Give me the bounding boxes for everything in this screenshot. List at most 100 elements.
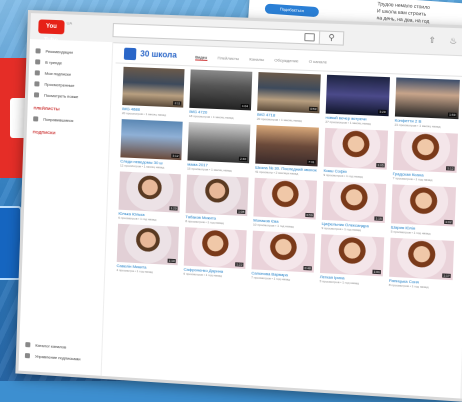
sidebar-item-label: Рекомендации — [45, 48, 73, 55]
keyboard-icon[interactable] — [304, 32, 315, 42]
video-duration: 1:22 — [235, 262, 244, 267]
sidebar-heading-subscriptions: ПОДПИСКИ — [32, 129, 56, 136]
video-card[interactable]: 7:31Школа № 30. Последний звонок 201641 … — [255, 124, 319, 177]
sidebar-playlist-item[interactable]: Понравившиеся — [27, 113, 110, 128]
video-card[interactable]: 0:59 Монаков Єва 10 просмотров • 1 год наз… — [253, 177, 318, 230]
playlist-icon — [33, 116, 39, 122]
catalog-icon — [25, 342, 31, 348]
video-thumbnail[interactable]: 1:08 — [185, 174, 249, 217]
video-thumbnail[interactable]: 0:53 — [257, 72, 321, 114]
like-button[interactable]: Подобається — [264, 3, 320, 18]
channel-avatar[interactable] — [123, 47, 137, 61]
video-duration: 1:15 — [374, 216, 383, 221]
search-button[interactable]: ⚲ — [318, 30, 345, 46]
video-card[interactable]: 1:22 Сафроненко Дарина 6 просмотров • 1 го… — [183, 227, 247, 279]
bell-icon[interactable]: ♨ — [449, 36, 457, 46]
youtube-logo[interactable]: You Tube — [38, 19, 65, 44]
sidebar-playlist-item-label: Понравившиеся — [43, 116, 74, 124]
video-thumbnail[interactable]: 1:59 — [394, 77, 460, 120]
search-input[interactable] — [112, 23, 321, 45]
video-card[interactable]: 3:12 Следи неведомы 30 ш 12 просмотров • 1… — [120, 119, 183, 170]
video-card[interactable]: 3:20 новый вечер встречи 27 просмотров • 1… — [325, 74, 390, 127]
video-duration: 1:20 — [169, 206, 178, 211]
video-thumbnail[interactable]: 1:10 — [116, 223, 179, 266]
video-card[interactable]: 2:40 мама 2017 15 просмотров • 1 месяц наз… — [187, 122, 251, 173]
channel-tab[interactable]: Обсуждение — [274, 57, 298, 64]
upload-icon[interactable]: ⇧ — [428, 35, 435, 45]
sidebar-item-label: Просмотренные — [44, 81, 75, 88]
video-thumbnail[interactable]: 1:05 — [323, 127, 389, 170]
video-duration: 1:12 — [446, 166, 455, 171]
sidebar: Рекомендации В тренде Мои подписки Просмотр… — [18, 39, 114, 376]
video-duration: 2:40 — [239, 156, 248, 162]
sidebar-item-label: В тренде — [45, 59, 63, 66]
fire-icon — [35, 59, 41, 65]
video-duration: 1:05 — [376, 162, 385, 168]
video-card[interactable]: 1:12 Градская Ксана 7 просмотров • 1 год н… — [392, 130, 458, 183]
video-thumbnail[interactable]: 1:01 — [319, 234, 385, 277]
video-grid: 2:11 IMG 4688 20 просмотров • 1 месяц наза… — [116, 66, 460, 295]
sidebar-item-label: Мои подписки — [44, 70, 71, 77]
video-duration: 0:59 — [305, 212, 314, 218]
video-thumbnail[interactable]: 1:04 — [189, 69, 253, 111]
video-duration: 0:53 — [309, 106, 318, 112]
video-duration: 1:04 — [240, 103, 250, 109]
video-card[interactable]: 1:05 Кокш Софія 9 просмотров • 1 год назад — [323, 127, 389, 180]
sidebar-item[interactable]: Посмотреть позже — [28, 89, 111, 103]
country-code: UA — [66, 20, 73, 26]
manage-icon — [24, 353, 31, 359]
video-duration: 1:08 — [237, 209, 246, 214]
video-duration: 0:48 — [303, 265, 312, 271]
video-card[interactable]: 0:48 Сапонова Варвара 7 просмотров • 1 год… — [251, 230, 316, 283]
video-card[interactable]: 1:01 Легкая Ірина 5 просмотров • 1 год наз… — [320, 234, 385, 286]
video-duration: 1:59 — [448, 112, 457, 118]
home-icon — [35, 48, 41, 54]
video-duration: 3:12 — [171, 153, 180, 159]
video-duration: 7:31 — [307, 159, 316, 165]
channel-tab[interactable]: Каналы — [249, 56, 264, 63]
video-thumbnail[interactable]: 3:12 — [120, 119, 183, 161]
video-duration: 1:10 — [167, 258, 176, 264]
history-icon — [34, 81, 40, 87]
video-card[interactable]: 1:10 Савелін Микита 4 просмотра • 1 год на… — [116, 223, 179, 276]
video-duration: 1:17 — [442, 273, 451, 278]
sidebar-item-label: Посмотреть позже — [43, 92, 79, 100]
video-card[interactable]: 1:17 Рапицька Соня 8 просмотров • 1 год на… — [389, 237, 455, 291]
sidebar-bottom: Каталог каналов Управление подписками — [19, 339, 102, 366]
video-card[interactable]: 1:59 Конфетти 2 В 21 просмотров • 1 месяц … — [395, 77, 460, 129]
video-card[interactable]: 0:53 IMG 4718 20 просмотров • 1 месяц наза… — [257, 72, 321, 123]
video-thumbnail[interactable]: 1:22 — [183, 227, 247, 269]
channel-name[interactable]: 30 школа — [140, 49, 177, 59]
video-thumbnail[interactable]: 2:11 — [122, 66, 185, 108]
subscriptions-icon — [34, 70, 40, 76]
video-thumbnail[interactable]: 0:48 — [251, 230, 316, 273]
video-thumbnail[interactable]: 1:17 — [389, 237, 455, 281]
video-thumbnail[interactable]: 1:20 — [118, 171, 181, 213]
video-thumbnail[interactable]: 1:15 — [321, 181, 387, 224]
video-thumbnail[interactable]: 1:12 — [392, 130, 458, 173]
video-duration: 1:01 — [372, 269, 381, 275]
channel-tab[interactable]: Видео — [195, 54, 208, 61]
channel-tabs: Видео Плейлисты Каналы Обсуждение О канале — [195, 54, 327, 65]
video-thumbnail[interactable]: 7:31 — [255, 124, 319, 167]
video-row: 2:11 IMG 4688 20 просмотров • 1 месяц наза… — [122, 66, 460, 130]
video-card[interactable]: 2:11 IMG 4688 20 просмотров • 1 месяц наза… — [122, 66, 185, 118]
youtube-window: You Tube UA ⚲ ⇧ ♨ Рекомендации В тренде Мо… — [15, 10, 462, 402]
sidebar-bottom-item-label: Каталог каналов — [35, 342, 67, 350]
video-card[interactable]: 1:08 Табаков Микита 8 просмотров • 1 год н… — [185, 174, 249, 227]
video-card[interactable]: 1:20 Юлька Юлька 6 просмотров • 1 год наза… — [118, 171, 181, 222]
channel-tab[interactable]: О канале — [309, 59, 327, 66]
video-thumbnail[interactable]: 2:40 — [187, 122, 251, 164]
channel-tab[interactable]: Плейлисты — [217, 55, 239, 62]
video-duration: 1:02 — [444, 219, 453, 225]
search-icon: ⚲ — [328, 32, 335, 43]
sidebar-bottom-item-label: Управление подписками — [34, 353, 81, 362]
video-card[interactable]: 1:02 Шария Юлія 5 просмотров • 1 год назад — [391, 184, 457, 237]
video-card[interactable]: 1:15 Цифельник Олександра 9 просмотров • 1… — [322, 181, 387, 233]
video-thumbnail[interactable]: 1:02 — [391, 184, 457, 227]
watch-later-icon — [33, 92, 40, 98]
video-thumbnail[interactable]: 0:59 — [253, 177, 318, 220]
video-card[interactable]: 1:04 IMG 4720 18 просмотров • 1 месяц наза… — [189, 69, 253, 120]
video-duration: 3:20 — [378, 109, 387, 115]
video-thumbnail[interactable]: 3:20 — [325, 74, 390, 117]
